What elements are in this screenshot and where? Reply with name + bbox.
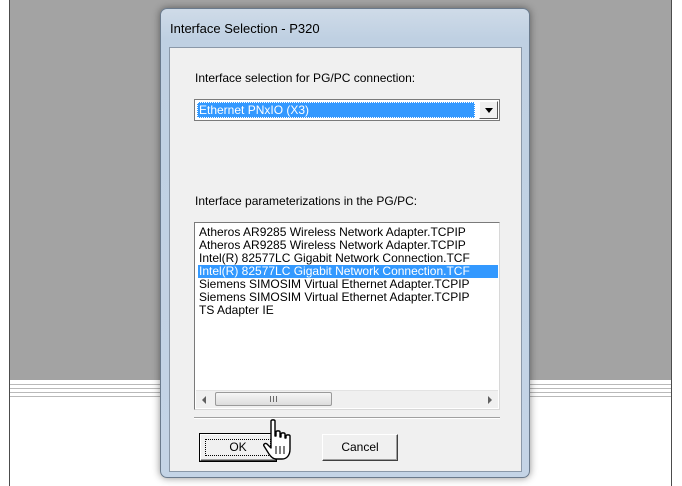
horizontal-scrollbar[interactable]	[196, 390, 498, 408]
scrollbar-thumb[interactable]	[215, 392, 332, 406]
grip-icon	[270, 396, 277, 402]
arrow-left-icon	[202, 396, 206, 404]
list-item[interactable]: Intel(R) 82577LC Gigabit Network Connect…	[198, 252, 499, 265]
dialog-client-area: Interface selection for PG/PC connection…	[169, 47, 522, 472]
interface-select[interactable]: Ethernet PNxIO (X3)	[194, 99, 500, 121]
parameterization-label: Interface parameterizations in the PG/PC…	[195, 194, 418, 208]
dropdown-button[interactable]	[479, 101, 498, 119]
scroll-right-button[interactable]	[481, 391, 498, 408]
list-item[interactable]: TS Adapter IE	[198, 304, 499, 317]
interface-selection-dialog: Interface Selection - P320 Interface sel…	[160, 8, 530, 478]
arrow-right-icon	[488, 396, 492, 404]
interface-select-value: Ethernet PNxIO (X3)	[197, 102, 475, 118]
dialog-title: Interface Selection - P320	[170, 21, 320, 36]
cancel-button-label: Cancel	[341, 440, 379, 454]
separator	[194, 417, 500, 419]
cancel-button[interactable]: Cancel	[322, 434, 398, 461]
ok-button-label: OK	[229, 440, 247, 454]
parameterization-list[interactable]: Atheros AR9285 Wireless Network Adapter.…	[194, 222, 500, 410]
chevron-down-icon	[485, 108, 493, 113]
scroll-left-button[interactable]	[196, 391, 213, 408]
interface-selection-label: Interface selection for PG/PC connection…	[195, 71, 416, 85]
hand-pointer-icon	[263, 419, 291, 460]
